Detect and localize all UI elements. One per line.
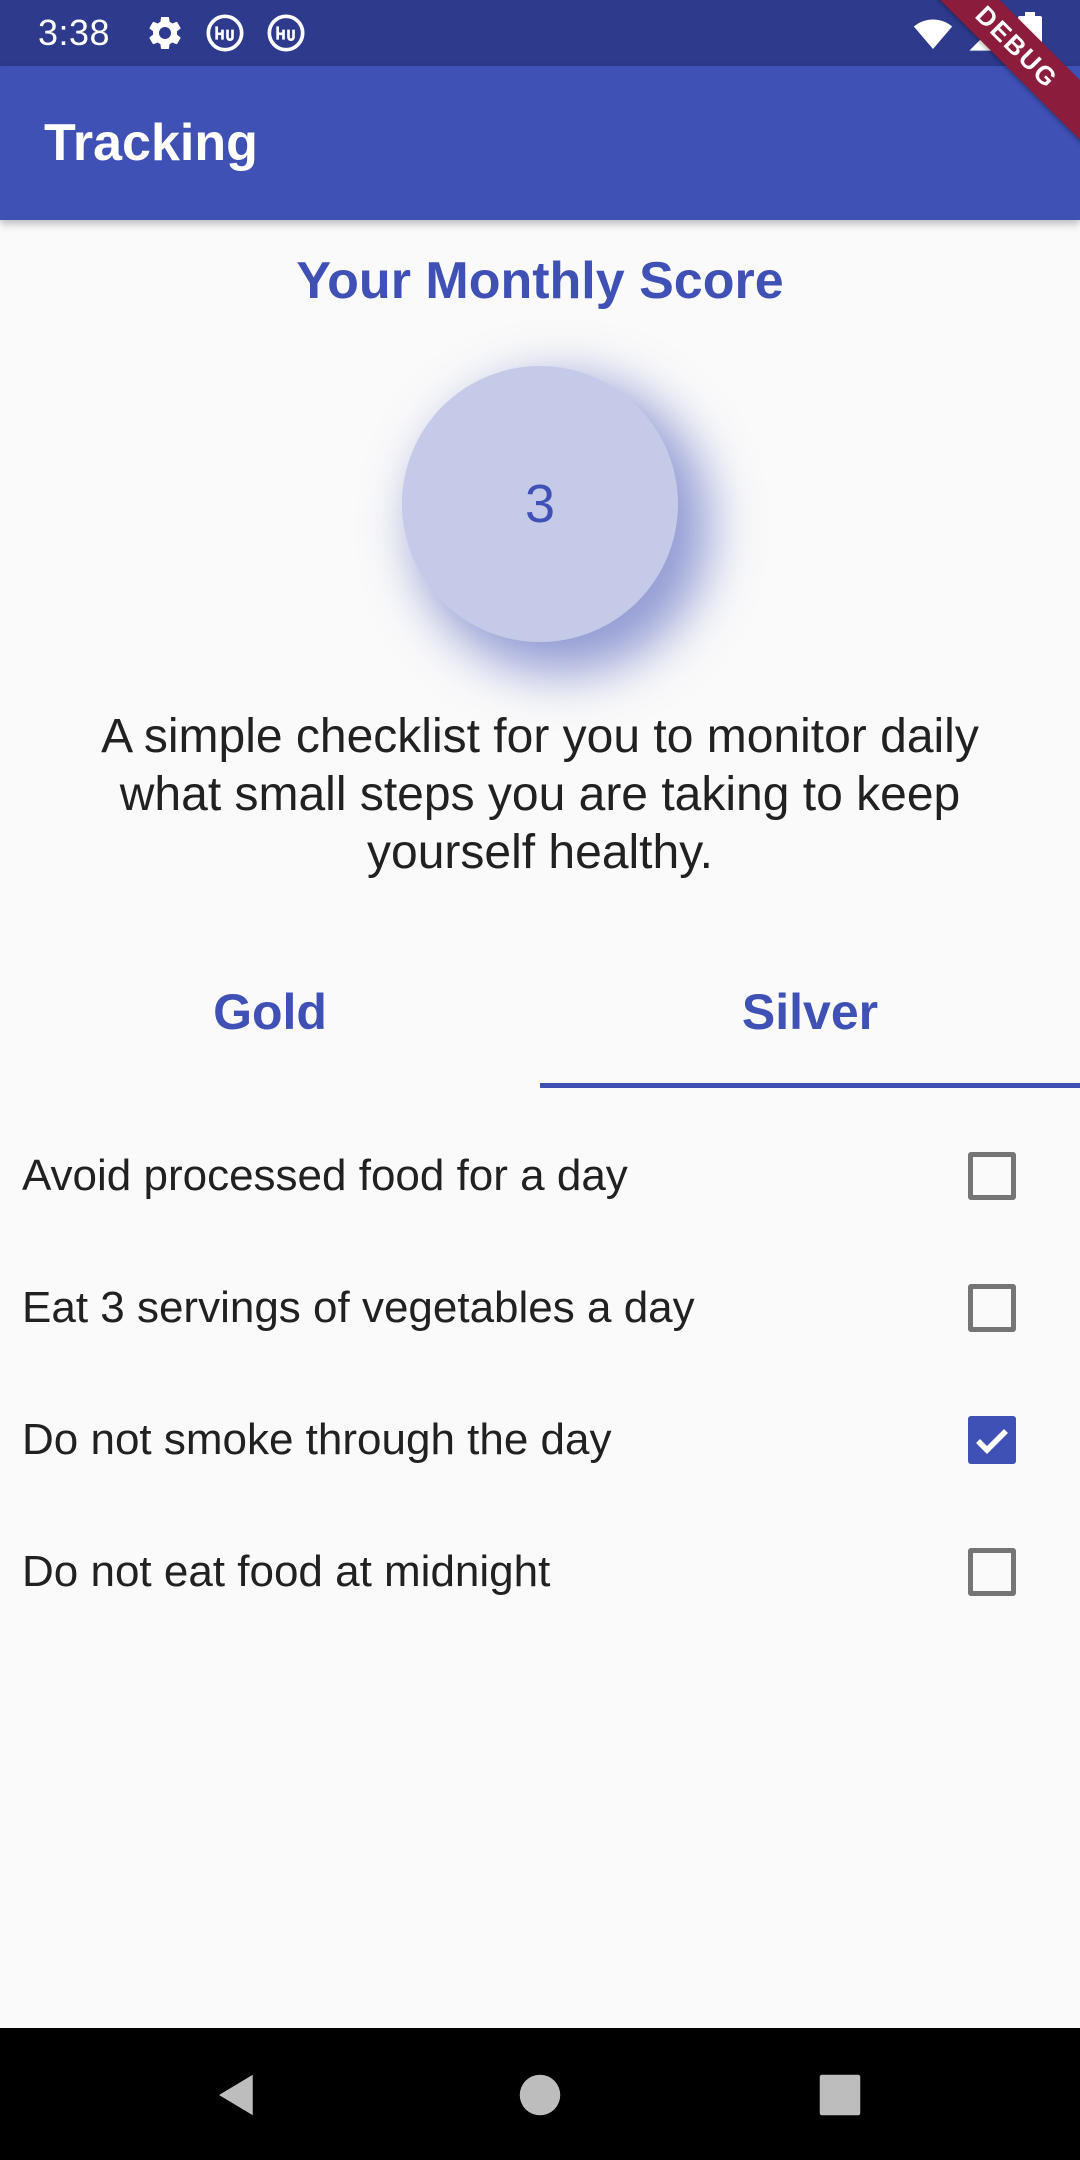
home-icon[interactable] [513,2068,567,2122]
hub-icon [205,13,245,53]
navigation-bar [0,2028,1080,2160]
app-title: Tracking [44,114,258,172]
checklist-item[interactable]: Avoid processed food for a day [0,1110,1080,1242]
back-icon[interactable] [210,2068,264,2122]
checklist-item[interactable]: Do not eat food at midnight [0,1506,1080,1638]
app-bar: Tracking [0,66,1080,220]
wifi-icon [913,14,953,54]
checklist-item[interactable]: Eat 3 servings of vegetables a day [0,1242,1080,1374]
checklist: Avoid processed food for a day Eat 3 ser… [0,1110,1080,1638]
gear-icon [145,13,185,53]
tab-silver-label: Silver [741,984,879,1040]
score-circle: 3 [402,366,678,642]
tab-gold[interactable]: Gold [0,950,540,1088]
score-value: 3 [524,474,556,534]
recents-icon[interactable] [813,2068,867,2122]
checkbox[interactable] [968,1416,1016,1464]
tab-silver[interactable]: Silver [540,950,1080,1088]
tab-indicator [540,1083,1080,1088]
checkbox[interactable] [968,1284,1016,1332]
checklist-item-label: Avoid processed food for a day [22,1151,628,1200]
checkbox[interactable] [968,1152,1016,1200]
status-time: 3:38 [38,12,111,53]
checklist-item-label: Do not smoke through the day [22,1415,612,1464]
checklist-item-label: Eat 3 servings of vegetables a day [22,1283,695,1332]
checklist-item[interactable]: Do not smoke through the day [0,1374,1080,1506]
checkbox[interactable] [968,1548,1016,1596]
score-title: Your Monthly Score [296,252,784,310]
tab-gold-label: Gold [213,984,327,1040]
checklist-item-label: Do not eat food at midnight [22,1547,551,1596]
tab-bar: Gold Silver [0,950,1080,1088]
description-text: A simple checklist for you to monitor da… [101,710,979,879]
hub-icon [266,13,306,53]
status-bar: 3:38 [0,0,1080,66]
